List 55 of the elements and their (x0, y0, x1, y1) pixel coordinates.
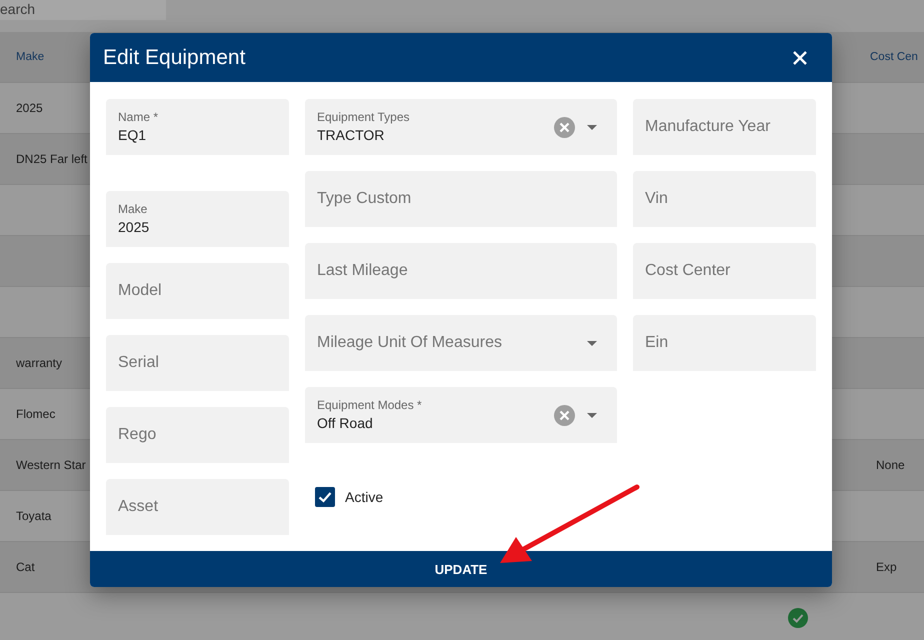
input-field[interactable]: Model (106, 263, 289, 319)
field-label: Rego (118, 426, 158, 444)
input-field[interactable]: Rego (106, 407, 289, 463)
caret-icon[interactable] (587, 412, 597, 418)
checkbox-label: Active (345, 489, 384, 505)
input-field[interactable]: Cost Center (633, 243, 816, 299)
select-field[interactable]: Equipment Types TRACTOR (305, 99, 617, 155)
field-value: TRACTOR (317, 126, 386, 145)
field-label: Asset (118, 498, 160, 516)
input-field[interactable]: Serial (106, 335, 289, 391)
caret-icon[interactable] (587, 340, 597, 346)
dialog-title: Edit Equipment (103, 46, 246, 70)
field-label: Ein (645, 334, 670, 352)
select-field[interactable]: Equipment Modes * Off Road (305, 387, 617, 443)
field-label: Last Mileage (317, 262, 409, 280)
field-value: 2025 (118, 218, 150, 237)
field-label: Name * (118, 109, 160, 125)
table-cell: warranty (16, 356, 62, 370)
close-icon[interactable] (792, 50, 808, 66)
clear-icon[interactable] (554, 116, 575, 138)
field-label: Make (118, 201, 148, 217)
table-cell: DN25 Far left (16, 152, 88, 166)
field-label: Equipment Types (317, 109, 411, 125)
input-field[interactable]: Make 2025 (106, 191, 289, 247)
input-field[interactable]: Last Mileage (305, 243, 617, 299)
clear-icon[interactable] (554, 404, 575, 426)
update-button[interactable]: UPDATE (90, 551, 832, 587)
table-cell: Cat (16, 560, 35, 574)
select-field[interactable]: Mileage Unit Of Measures (305, 315, 617, 371)
table-cell: Toyata (16, 509, 52, 523)
input-field[interactable]: Vin (633, 171, 816, 227)
search-field[interactable]: earch (0, 0, 166, 20)
table-cell: 2025 (16, 101, 43, 115)
table-cell: Western Star (16, 458, 86, 472)
field-value: Off Road (317, 414, 374, 433)
input-field[interactable]: Manufacture Year (633, 99, 816, 155)
field-label: Type Custom (317, 190, 412, 208)
input-field[interactable]: Name * EQ1 (106, 99, 289, 155)
input-field[interactable]: Asset (106, 479, 289, 535)
column-header[interactable]: Cost Cen (860, 51, 924, 63)
table-cell: Flomec (16, 407, 56, 421)
input-field[interactable]: Type Custom (305, 171, 617, 227)
field-label: Equipment Modes * (317, 397, 423, 413)
field-label: Serial (118, 354, 160, 372)
field-label: Manufacture Year (645, 118, 772, 136)
caret-icon[interactable] (587, 124, 597, 130)
table-cell: None (876, 458, 905, 472)
table-cell: Exp (876, 560, 897, 574)
field-label: Mileage Unit Of Measures (317, 334, 503, 352)
field-label: Vin (645, 190, 669, 208)
field-label: Cost Center (645, 262, 732, 280)
field-label: Model (118, 282, 163, 300)
input-field[interactable]: Ein (633, 315, 816, 371)
field-value: EQ1 (118, 126, 148, 145)
checkbox[interactable] (315, 487, 335, 507)
